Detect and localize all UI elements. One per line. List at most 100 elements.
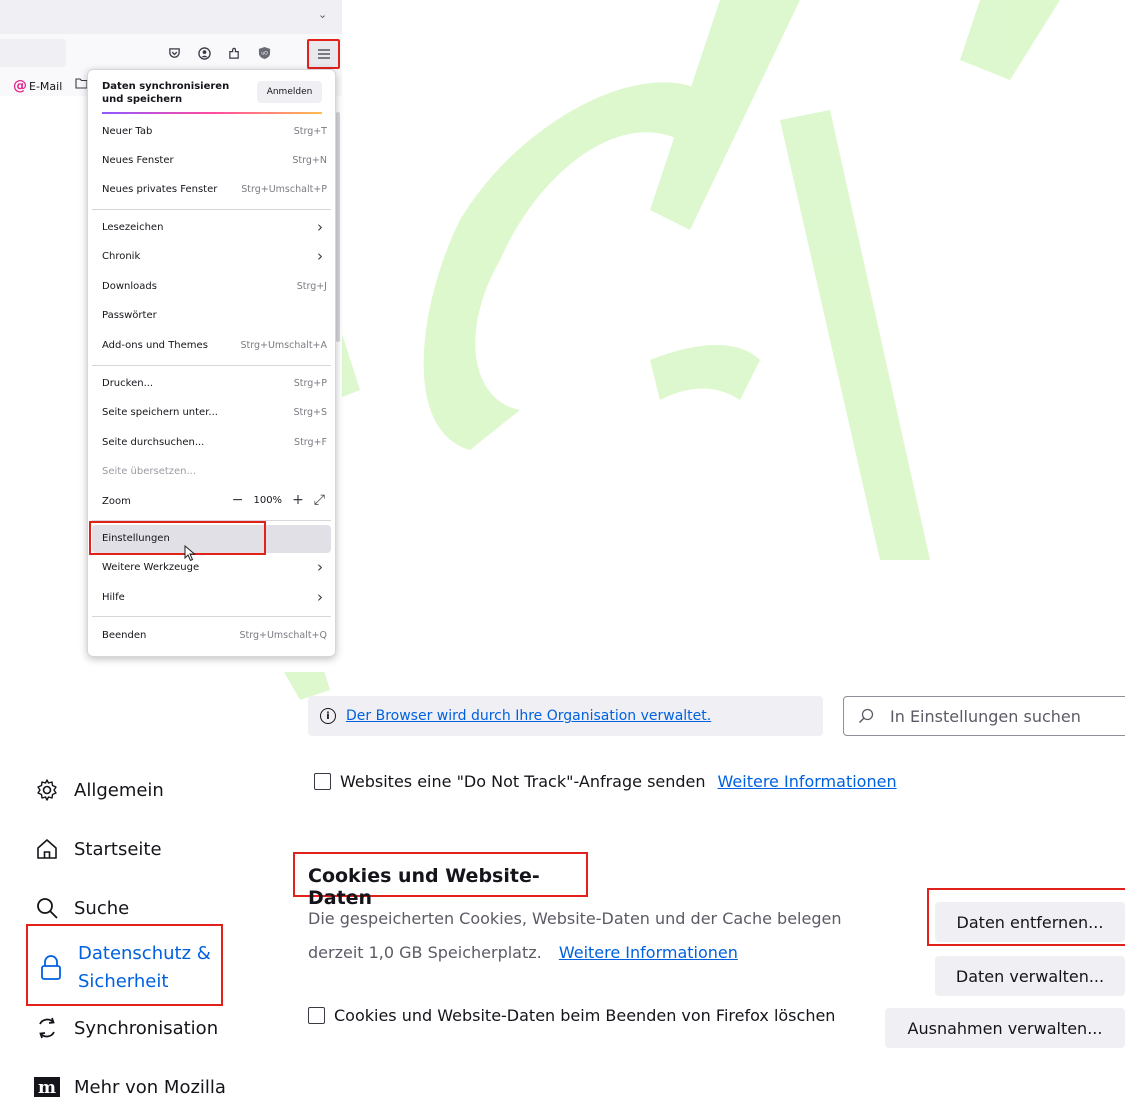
search-icon: [32, 894, 62, 922]
tab-list-chevron-icon[interactable]: ⌄: [318, 8, 327, 21]
cookies-more-info-link[interactable]: Weitere Informationen: [559, 943, 738, 962]
menu-item-shortcut: Strg+F: [294, 437, 327, 448]
url-bar[interactable]: [0, 39, 66, 67]
app-menu-panel: Daten synchronisieren und speichern Anme…: [87, 69, 336, 657]
menu-item-zoom: Zoom − 100% + ⤢: [92, 488, 331, 516]
sign-in-button[interactable]: Anmelden: [257, 81, 322, 103]
svg-text:uO: uO: [261, 50, 268, 56]
menu-item-label: Chronik: [102, 251, 141, 262]
menu-item-find-in-page[interactable]: Seite durchsuchen... Strg+F: [92, 429, 331, 457]
scrollbar[interactable]: [336, 112, 340, 342]
sidebar-item-general[interactable]: Allgemein: [32, 776, 164, 804]
cookies-desc-line2-row: derzeit 1,0 GB Speicherplatz. Weitere In…: [308, 936, 888, 970]
menu-item-label: Zoom: [102, 496, 131, 507]
chevron-right-icon: ›: [317, 218, 323, 236]
sidebar-item-home[interactable]: Startseite: [32, 835, 162, 863]
sync-row[interactable]: Daten synchronisieren und speichern Anme…: [88, 70, 335, 112]
zoom-in-button[interactable]: +: [292, 492, 304, 508]
sidebar-item-label: Suche: [74, 897, 130, 919]
gear-icon: [32, 776, 62, 804]
account-icon[interactable]: [194, 43, 214, 63]
menu-item-more-tools[interactable]: Weitere Werkzeuge ›: [92, 554, 331, 582]
menu-item-label: Seite speichern unter...: [102, 407, 218, 418]
sidebar-item-sync[interactable]: Synchronisation: [32, 1014, 218, 1042]
dnt-label: Websites eine "Do Not Track"-Anfrage sen…: [340, 772, 706, 791]
tab-strip: ⌄: [0, 0, 342, 34]
cookies-desc-line1: Die gespeicherten Cookies, Website-Daten…: [308, 909, 842, 928]
mouse-cursor-icon: [184, 544, 196, 566]
menu-item-bookmarks[interactable]: Lesezeichen ›: [92, 214, 331, 242]
settings-page: i Der Browser wird durch Ihre Organisati…: [0, 680, 1125, 1097]
search-icon: [858, 708, 874, 724]
menu-item-history[interactable]: Chronik ›: [92, 243, 331, 271]
sidebar-item-label-line2: Sicherheit: [78, 971, 169, 992]
remove-data-button[interactable]: Daten entfernen...: [935, 902, 1125, 942]
dnt-checkbox[interactable]: [314, 773, 331, 790]
delete-on-close-label: Cookies und Website-Daten beim Beenden v…: [334, 1006, 836, 1025]
menu-item-new-tab[interactable]: Neuer Tab Strg+T: [92, 118, 331, 146]
menu-item-new-window[interactable]: Neues Fenster Strg+N: [92, 147, 331, 175]
manage-data-button[interactable]: Daten verwalten...: [935, 956, 1125, 996]
menu-item-shortcut: Strg+Umschalt+P: [241, 184, 327, 195]
extensions-icon[interactable]: [224, 43, 244, 63]
sidebar-item-label: Startseite: [74, 838, 162, 860]
manage-exceptions-button[interactable]: Ausnahmen verwalten...: [885, 1008, 1125, 1048]
menu-item-label: Neues Fenster: [102, 155, 174, 166]
menu-separator: [92, 616, 331, 617]
menu-separator: [92, 365, 331, 366]
zoom-value[interactable]: 100%: [253, 495, 282, 506]
mozilla-icon: m: [32, 1073, 62, 1097]
sync-icon: [32, 1014, 62, 1042]
svg-text:m: m: [38, 1078, 56, 1097]
info-icon: i: [320, 708, 336, 724]
zoom-controls: − 100% + ⤢: [232, 492, 325, 508]
delete-on-close-checkbox[interactable]: [308, 1007, 325, 1024]
menu-item-label: Neuer Tab: [102, 126, 153, 137]
menu-item-passwords[interactable]: Passwörter: [92, 302, 331, 330]
chevron-right-icon: ›: [317, 247, 323, 265]
menu-item-help[interactable]: Hilfe ›: [92, 584, 331, 612]
menu-item-addons[interactable]: Add-ons und Themes Strg+Umschalt+A: [92, 332, 331, 360]
sidebar-item-label: Allgemein: [74, 779, 164, 801]
menu-item-label: Seite durchsuchen...: [102, 437, 205, 448]
sidebar-item-privacy[interactable]: Datenschutz & Sicherheit: [26, 924, 223, 1006]
menu-separator: [92, 209, 331, 210]
menu-item-shortcut: Strg+T: [293, 126, 327, 137]
at-icon: @: [13, 78, 27, 94]
menu-item-label: Downloads: [102, 281, 157, 292]
cookies-description: Die gespeicherten Cookies, Website-Daten…: [308, 902, 888, 970]
menu-item-print[interactable]: Drucken... Strg+P: [92, 370, 331, 398]
menu-item-save-page[interactable]: Seite speichern unter... Strg+S: [92, 399, 331, 427]
zoom-out-button[interactable]: −: [232, 492, 244, 508]
menu-item-downloads[interactable]: Downloads Strg+J: [92, 273, 331, 301]
menu-icon[interactable]: [307, 39, 340, 69]
policy-banner: i Der Browser wird durch Ihre Organisati…: [308, 696, 823, 736]
menu-item-new-private-window[interactable]: Neues privates Fenster Strg+Umschalt+P: [92, 176, 331, 204]
chevron-right-icon: ›: [317, 588, 323, 606]
fullscreen-icon[interactable]: ⤢: [314, 492, 325, 508]
menu-item-quit[interactable]: Beenden Strg+Umschalt+Q: [92, 622, 331, 650]
bookmark-label: E-Mail: [29, 79, 63, 93]
sidebar-item-search[interactable]: Suche: [32, 894, 129, 922]
search-placeholder: In Einstellungen suchen: [890, 706, 1081, 726]
sync-text: Daten synchronisieren und speichern: [102, 81, 230, 105]
bookmark-email[interactable]: @ E-Mail: [13, 78, 62, 94]
menu-item-shortcut: Strg+P: [293, 378, 327, 389]
menu-item-label: Add-ons und Themes: [102, 340, 208, 351]
policy-link[interactable]: Der Browser wird durch Ihre Organisation…: [346, 708, 711, 724]
sidebar-item-more-from-mozilla[interactable]: m Mehr von Mozilla: [32, 1073, 226, 1097]
screenshot-canvas: ⌄ uO @ E-Mail Daten synchronisieren und …: [0, 0, 1125, 1097]
settings-search-input[interactable]: In Einstellungen suchen: [843, 696, 1125, 736]
menu-item-label: Neues privates Fenster: [102, 184, 218, 195]
sync-divider: [102, 112, 322, 114]
dnt-more-info-link[interactable]: Weitere Informationen: [718, 772, 897, 791]
ublock-icon[interactable]: uO: [254, 43, 274, 63]
cookies-desc-line2: derzeit 1,0 GB Speicherplatz.: [308, 943, 542, 962]
menu-item-shortcut: Strg+S: [293, 407, 327, 418]
menu-item-shortcut: Strg+Umschalt+A: [240, 340, 327, 351]
menu-item-translate: Seite übersetzen...: [92, 458, 331, 486]
menu-item-label: Seite übersetzen...: [102, 466, 197, 477]
menu-item-label: Drucken...: [102, 378, 154, 389]
pocket-icon[interactable]: [164, 43, 184, 63]
sidebar-item-label-line1: Datenschutz &: [78, 943, 211, 964]
